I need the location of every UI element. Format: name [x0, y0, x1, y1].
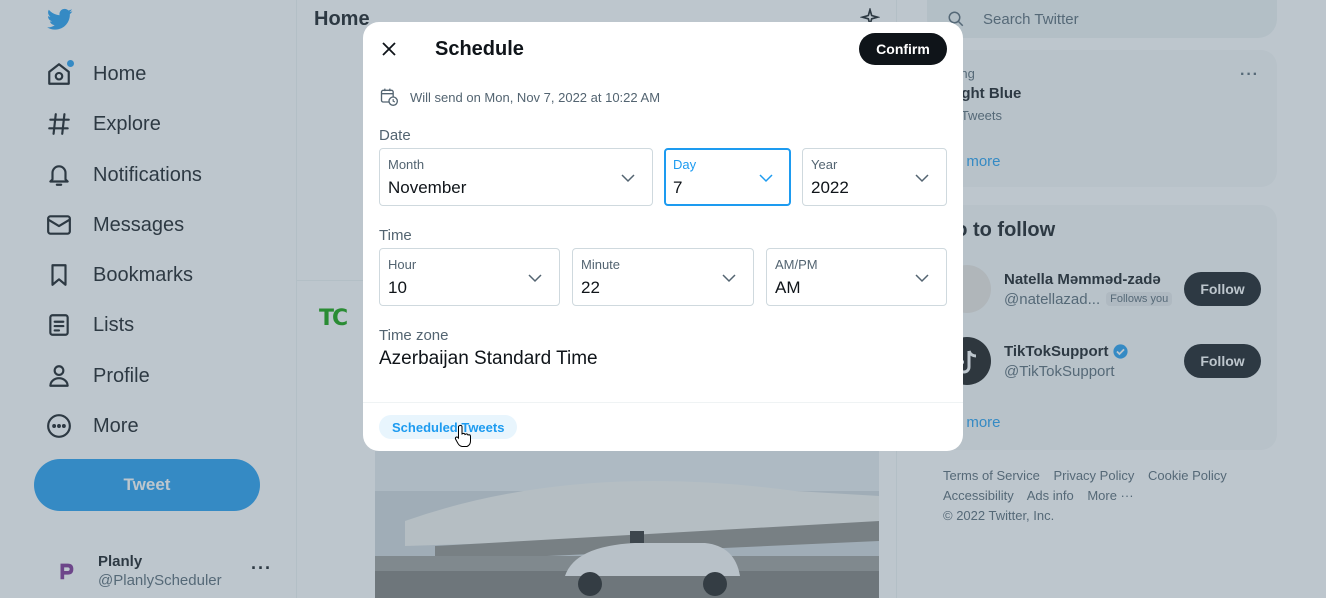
year-select-label: Year: [811, 157, 838, 172]
chevron-down-icon: [759, 174, 773, 183]
close-icon[interactable]: [377, 37, 401, 61]
year-select-value: 2022: [811, 178, 849, 197]
ampm-select-value: AM: [775, 278, 801, 297]
day-select-label: Day: [673, 157, 697, 172]
confirm-button[interactable]: Confirm: [859, 33, 947, 65]
hand-cursor-icon: [454, 424, 471, 447]
dialog-title: Schedule: [435, 38, 524, 60]
chevron-down-icon: [915, 274, 929, 283]
chevron-down-icon: [722, 274, 736, 283]
divider: [363, 402, 963, 403]
hour-select[interactable]: Hour 10: [379, 248, 560, 306]
day-select-value: 7: [673, 178, 683, 197]
send-info-text: Will send on Mon, Nov 7, 2022 at 10:22 A…: [410, 89, 661, 105]
schedule-dialog: Schedule Confirm Will send on Mon, Nov 7…: [363, 22, 963, 451]
month-select-value: November: [388, 178, 467, 197]
minute-select[interactable]: Minute 22: [572, 248, 754, 306]
ampm-select-label: AM/PM: [775, 257, 818, 272]
send-info: Will send on Mon, Nov 7, 2022 at 10:22 A…: [379, 87, 660, 107]
month-select-label: Month: [388, 157, 425, 172]
ampm-select[interactable]: AM/PM AM: [766, 248, 947, 306]
chevron-down-icon: [621, 174, 635, 183]
minute-select-value: 22: [581, 278, 600, 297]
timezone-label: Time zone: [379, 327, 449, 344]
day-select[interactable]: Day 7: [664, 148, 791, 206]
timezone-value: Azerbaijan Standard Time: [379, 348, 598, 369]
minute-select-label: Minute: [581, 257, 621, 272]
month-select[interactable]: Month November: [379, 148, 653, 206]
date-label: Date: [379, 127, 411, 144]
chevron-down-icon: [915, 174, 929, 183]
chevron-down-icon: [528, 274, 542, 283]
hour-select-value: 10: [388, 278, 407, 297]
hour-select-label: Hour: [388, 257, 417, 272]
scheduled-tweets-button[interactable]: Scheduled Tweets: [379, 415, 518, 439]
time-label: Time: [379, 227, 412, 244]
year-select[interactable]: Year 2022: [802, 148, 947, 206]
calendar-clock-icon: [380, 88, 398, 106]
